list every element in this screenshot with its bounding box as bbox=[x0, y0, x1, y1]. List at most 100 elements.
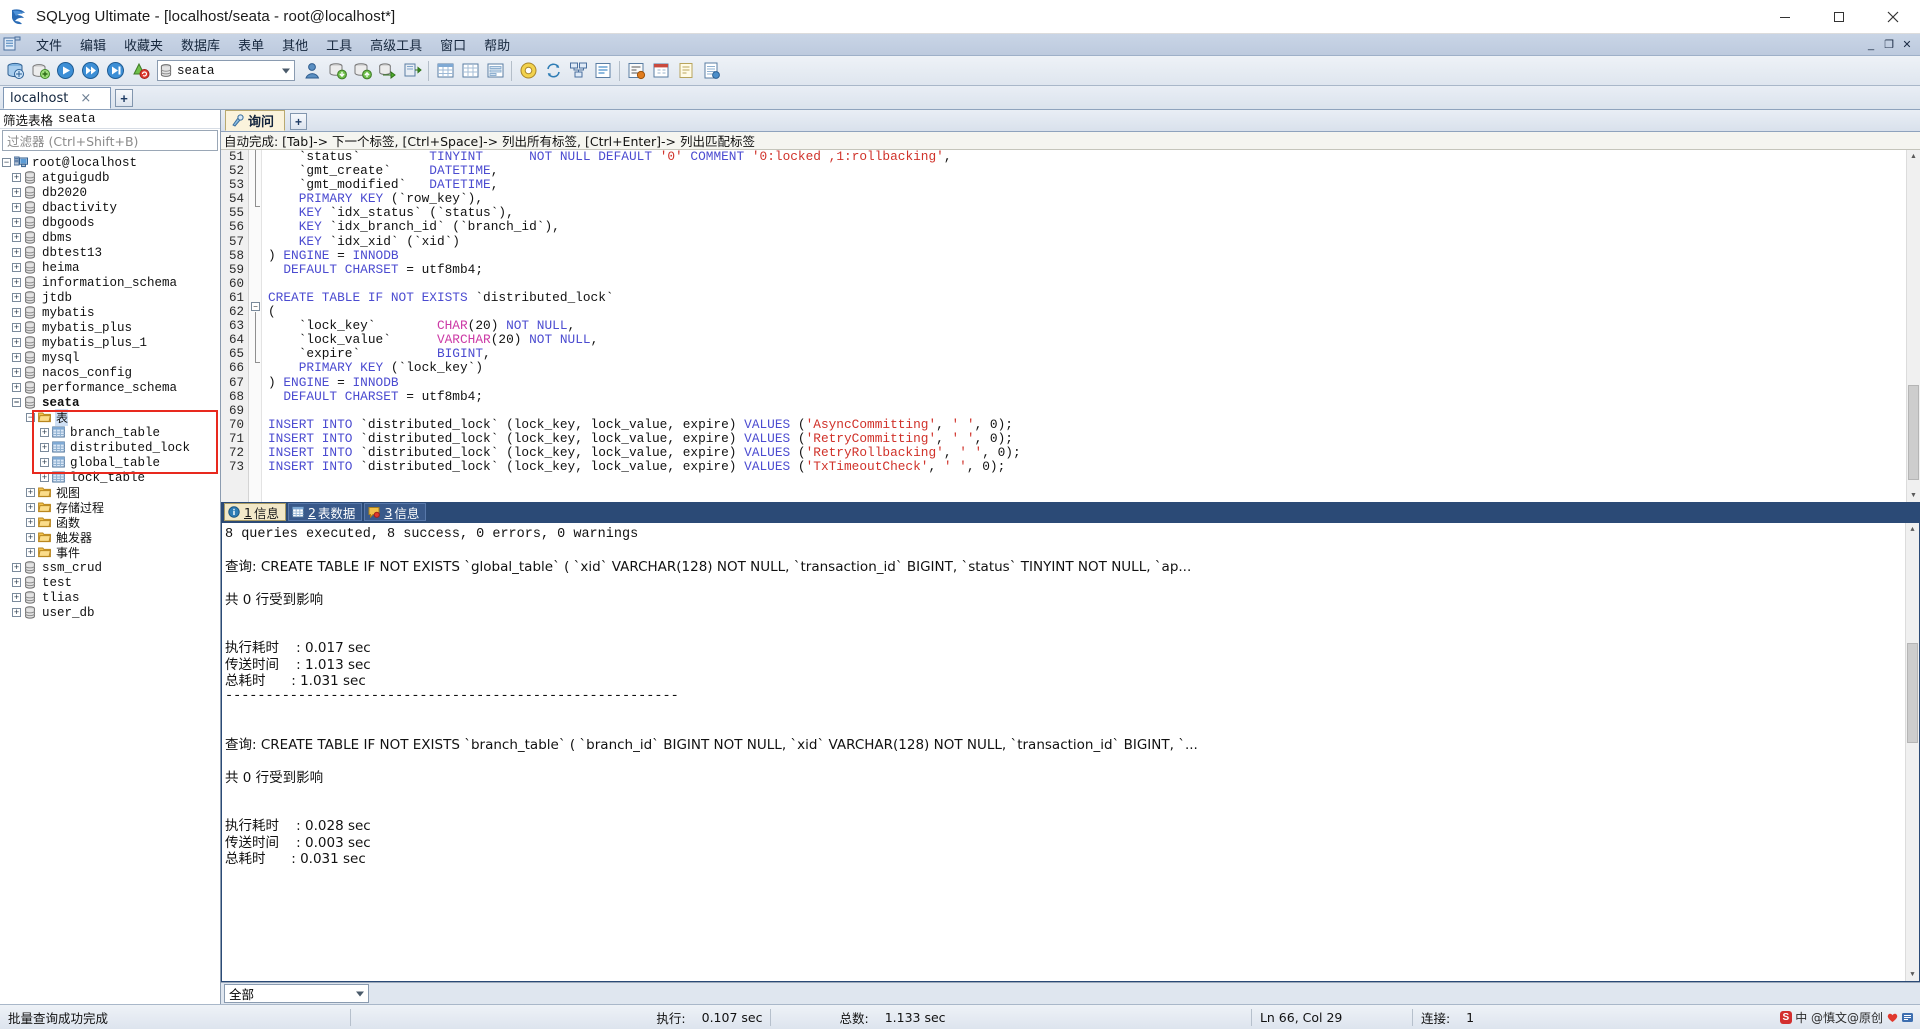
refresh-objects-icon[interactable] bbox=[128, 59, 152, 83]
tree-table-lock_table[interactable]: + lock_table bbox=[0, 470, 220, 485]
menu-item-9[interactable]: 帮助 bbox=[475, 33, 519, 57]
expand-icon[interactable]: + bbox=[12, 353, 21, 362]
expand-icon[interactable]: + bbox=[12, 368, 21, 377]
expand-icon[interactable]: + bbox=[12, 233, 21, 242]
code-line[interactable] bbox=[268, 404, 1920, 418]
collapse-icon[interactable]: − bbox=[2, 158, 11, 167]
code-line[interactable]: INSERT INTO `distributed_lock` (lock_key… bbox=[268, 445, 1920, 460]
connection-tab-localhost[interactable]: localhost × bbox=[3, 87, 111, 109]
database-selector[interactable]: seata bbox=[157, 60, 295, 81]
expand-icon[interactable]: + bbox=[12, 323, 21, 332]
form-view-icon[interactable] bbox=[483, 59, 507, 83]
expand-icon[interactable]: + bbox=[40, 428, 49, 437]
menu-item-4[interactable]: 表单 bbox=[229, 33, 273, 57]
code-fold-column[interactable]: − bbox=[249, 150, 262, 502]
tree-database-ssm_crud[interactable]: + ssm_crud bbox=[0, 560, 220, 575]
menu-item-2[interactable]: 收藏夹 bbox=[115, 33, 172, 57]
menu-item-0[interactable]: 文件 bbox=[27, 33, 71, 57]
code-line[interactable]: `expire` BIGINT, bbox=[268, 347, 1920, 361]
fold-marker-62[interactable]: − bbox=[251, 302, 260, 311]
scheduler-icon[interactable] bbox=[649, 59, 673, 83]
html-report-icon[interactable] bbox=[699, 59, 723, 83]
code-line[interactable]: DEFAULT CHARSET = utf8mb4; bbox=[268, 262, 1920, 277]
tree-database-db2020[interactable]: + db2020 bbox=[0, 185, 220, 200]
expand-icon[interactable]: + bbox=[40, 473, 49, 482]
maximize-button[interactable] bbox=[1812, 0, 1866, 34]
code-line[interactable]: ) ENGINE = INNODB bbox=[268, 375, 1920, 390]
schema-designer-icon[interactable] bbox=[566, 59, 590, 83]
tree-database-test[interactable]: + test bbox=[0, 575, 220, 590]
result-tab-3[interactable]: 3 信息 bbox=[364, 503, 427, 521]
backup-database-icon[interactable] bbox=[325, 59, 349, 83]
add-connection-icon[interactable] bbox=[28, 59, 52, 83]
result-tab-1[interactable]: 1 信息 bbox=[224, 503, 286, 521]
table-data-icon[interactable] bbox=[433, 59, 457, 83]
result-scroll-up-arrow-icon[interactable]: ▲ bbox=[1906, 523, 1919, 536]
query-builder-icon[interactable] bbox=[591, 59, 615, 83]
expand-icon[interactable]: + bbox=[12, 218, 21, 227]
code-line[interactable]: KEY `idx_status` (`status`), bbox=[268, 206, 1920, 220]
result-scroll-down-arrow-icon[interactable]: ▼ bbox=[1906, 968, 1919, 981]
collapse-icon[interactable]: − bbox=[12, 398, 21, 407]
code-line[interactable]: `status` TINYINT NOT NULL DEFAULT '0' CO… bbox=[268, 150, 1920, 164]
tree-database-user_db[interactable]: + user_db bbox=[0, 605, 220, 620]
tree-folder-1[interactable]: + 存储过程 bbox=[0, 500, 220, 515]
close-button[interactable] bbox=[1866, 0, 1920, 34]
tree-folder-2[interactable]: + 函数 bbox=[0, 515, 220, 530]
tree-database-information_schema[interactable]: + information_schema bbox=[0, 275, 220, 290]
import-external-data-icon[interactable] bbox=[375, 59, 399, 83]
result-filter-select[interactable]: 全部 bbox=[224, 984, 369, 1003]
code-line[interactable]: `lock_value` VARCHAR(20) NOT NULL, bbox=[268, 333, 1920, 347]
menu-item-6[interactable]: 工具 bbox=[317, 33, 361, 57]
collapse-icon[interactable]: − bbox=[26, 413, 35, 422]
expand-icon[interactable]: + bbox=[12, 563, 21, 572]
tree-table-distributed_lock[interactable]: + distributed_lock bbox=[0, 440, 220, 455]
user-manager-icon[interactable] bbox=[300, 59, 324, 83]
tree-database-mybatis_plus[interactable]: + mybatis_plus bbox=[0, 320, 220, 335]
expand-icon[interactable]: + bbox=[26, 488, 35, 497]
expand-icon[interactable]: + bbox=[12, 293, 21, 302]
menu-item-8[interactable]: 窗口 bbox=[431, 33, 475, 57]
expand-icon[interactable]: + bbox=[12, 278, 21, 287]
sql-code-area[interactable]: `status` TINYINT NOT NULL DEFAULT '0' CO… bbox=[262, 150, 1920, 502]
tree-database-performance_schema[interactable]: + performance_schema bbox=[0, 380, 220, 395]
expand-icon[interactable]: + bbox=[12, 173, 21, 182]
expand-icon[interactable]: + bbox=[12, 188, 21, 197]
code-line[interactable]: KEY `idx_xid` (`xid`) bbox=[268, 234, 1920, 249]
expand-icon[interactable]: + bbox=[12, 578, 21, 587]
tree-database-dbgoods[interactable]: + dbgoods bbox=[0, 215, 220, 230]
tree-database-jtdb[interactable]: + jtdb bbox=[0, 290, 220, 305]
expand-icon[interactable]: + bbox=[12, 308, 21, 317]
code-line[interactable]: INSERT INTO `distributed_lock` (lock_key… bbox=[268, 417, 1920, 432]
code-line[interactable]: INSERT INTO `distributed_lock` (lock_key… bbox=[268, 460, 1920, 474]
editor-vertical-scrollbar[interactable]: ▲ ▼ bbox=[1906, 150, 1920, 502]
copy-database-icon[interactable] bbox=[516, 59, 540, 83]
code-line[interactable]: DEFAULT CHARSET = utf8mb4; bbox=[268, 389, 1920, 404]
menu-item-7[interactable]: 高级工具 bbox=[361, 33, 431, 57]
expand-icon[interactable]: + bbox=[40, 458, 49, 467]
sql-formatter-icon[interactable] bbox=[624, 59, 648, 83]
expand-icon[interactable]: + bbox=[40, 443, 49, 452]
tree-database-atguigudb[interactable]: + atguigudb bbox=[0, 170, 220, 185]
code-line[interactable]: ( bbox=[268, 304, 1920, 319]
close-icon[interactable]: × bbox=[80, 91, 91, 106]
expand-icon[interactable]: + bbox=[12, 248, 21, 257]
code-line[interactable]: PRIMARY KEY (`row_key`), bbox=[268, 192, 1920, 206]
expand-icon[interactable]: + bbox=[26, 548, 35, 557]
scroll-down-arrow-icon[interactable]: ▼ bbox=[1907, 489, 1920, 502]
code-line[interactable]: `gmt_create` DATETIME, bbox=[268, 164, 1920, 178]
tree-database-mybatis[interactable]: + mybatis bbox=[0, 305, 220, 320]
code-line[interactable] bbox=[268, 277, 1920, 291]
expand-icon[interactable]: + bbox=[12, 263, 21, 272]
expand-icon[interactable]: + bbox=[26, 503, 35, 512]
tree-database-dbms[interactable]: + dbms bbox=[0, 230, 220, 245]
tree-root-connection[interactable]: − root@localhost bbox=[0, 155, 220, 170]
expand-icon[interactable]: + bbox=[12, 383, 21, 392]
menu-item-1[interactable]: 编辑 bbox=[71, 33, 115, 57]
expand-icon[interactable]: + bbox=[12, 338, 21, 347]
editor-scroll-thumb[interactable] bbox=[1908, 385, 1919, 480]
tree-database-dbactivity[interactable]: + dbactivity bbox=[0, 200, 220, 215]
new-connection-icon[interactable] bbox=[3, 59, 27, 83]
minimize-button[interactable] bbox=[1758, 0, 1812, 34]
tree-folder-0[interactable]: + 视图 bbox=[0, 485, 220, 500]
